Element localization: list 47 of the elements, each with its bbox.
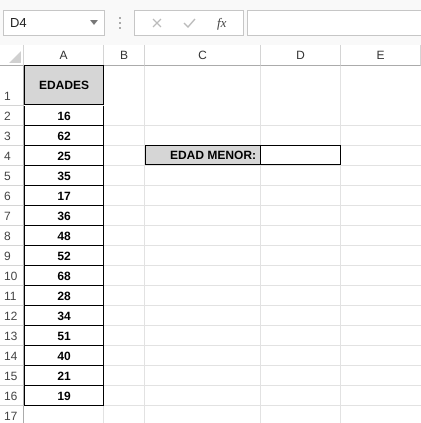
table-cell: 16	[24, 106, 104, 126]
table-cell: 48	[24, 226, 104, 246]
column-header[interactable]: D	[261, 45, 341, 66]
row-header[interactable]: 4	[0, 146, 24, 166]
table-cell: 68	[24, 266, 104, 286]
select-all-icon[interactable]	[9, 51, 21, 63]
name-box-value: D4	[10, 15, 27, 30]
formula-field[interactable]	[247, 10, 421, 36]
table-cell: 25	[24, 146, 104, 166]
row-header[interactable]: 14	[0, 346, 24, 366]
check-icon[interactable]	[182, 18, 196, 28]
table-cell: 19	[24, 386, 104, 406]
table-cell: 51	[24, 326, 104, 346]
row-header[interactable]: 8	[0, 226, 24, 246]
name-box[interactable]: D4	[3, 10, 105, 36]
row-header[interactable]: 7	[0, 206, 24, 226]
table-header-cell: EDADES	[24, 65, 104, 105]
insert-function-button[interactable]: fx	[217, 14, 226, 30]
row-header[interactable]: 16	[0, 386, 24, 406]
table-cell: 34	[24, 306, 104, 326]
row-header[interactable]: 15	[0, 366, 24, 386]
column-header[interactable]: B	[104, 45, 145, 66]
table-cell: 62	[24, 126, 104, 146]
row-header[interactable]: 10	[0, 266, 24, 286]
row-header[interactable]: 5	[0, 166, 24, 186]
row-header[interactable]: 11	[0, 286, 24, 306]
column-header[interactable]: C	[145, 45, 261, 66]
table-cell: 21	[24, 366, 104, 386]
row-header[interactable]: 3	[0, 126, 24, 146]
row-header[interactable]: 2	[0, 106, 24, 126]
table-cell: 36	[24, 206, 104, 226]
label-cell: EDAD MENOR:	[145, 145, 261, 165]
column-header[interactable]: E	[341, 45, 421, 66]
row-header[interactable]: 9	[0, 246, 24, 266]
cancel-icon[interactable]	[152, 18, 162, 28]
row-header[interactable]: 13	[0, 326, 24, 346]
dropdown-caret-icon[interactable]	[90, 20, 98, 25]
grip-icon	[119, 16, 122, 28]
table-cell: 28	[24, 286, 104, 306]
input-cell[interactable]	[260, 145, 341, 165]
row-header[interactable]: 12	[0, 306, 24, 326]
table-cell: 35	[24, 166, 104, 186]
table-cell: 52	[24, 246, 104, 266]
table-cell: 40	[24, 346, 104, 366]
table-cell: 17	[24, 186, 104, 206]
row-header[interactable]: 1	[0, 66, 24, 106]
row-header[interactable]: 6	[0, 186, 24, 206]
